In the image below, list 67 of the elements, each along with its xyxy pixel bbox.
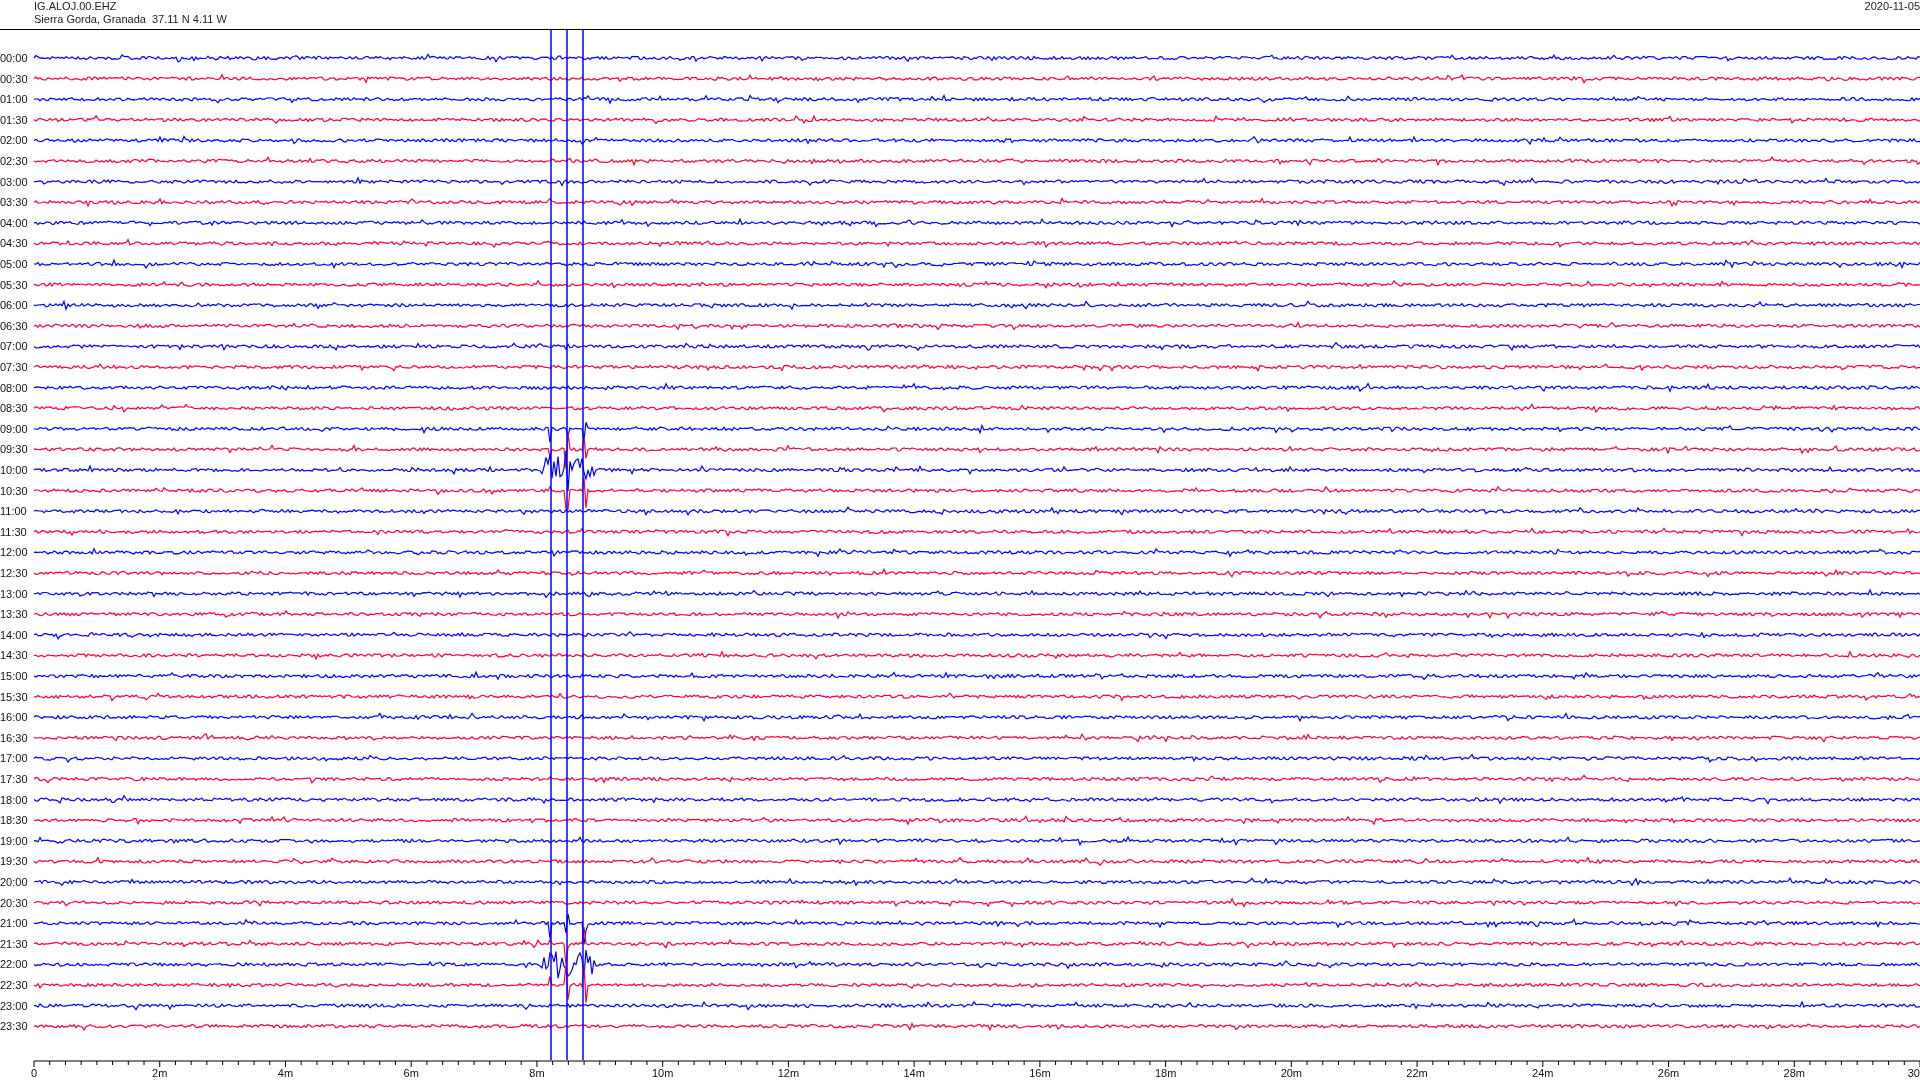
time-label: 05:30 xyxy=(0,278,28,291)
axis-tick-label: 8m xyxy=(529,1067,545,1079)
time-label: 06:30 xyxy=(0,319,28,332)
time-label: 08:30 xyxy=(0,402,28,415)
time-label: 12:30 xyxy=(0,567,28,579)
time-label: 11:30 xyxy=(0,525,27,538)
axis-tick-label: 28m xyxy=(1783,1067,1805,1079)
station-code: IG.ALOJ.00.EHZ xyxy=(34,0,118,13)
time-label: 20:00 xyxy=(0,876,28,888)
time-label: 14:00 xyxy=(0,628,28,641)
time-label: 13:30 xyxy=(0,608,28,621)
time-label: 05:00 xyxy=(0,258,28,270)
time-label: 07:30 xyxy=(0,361,28,373)
axis-tick-label: 2m xyxy=(152,1067,168,1079)
time-label: 01:30 xyxy=(0,113,28,126)
time-label: 18:30 xyxy=(0,814,28,827)
time-label: 03:30 xyxy=(0,196,28,209)
axis-tick-label: 30 xyxy=(1907,1067,1920,1079)
time-label: 21:00 xyxy=(0,917,28,930)
axis-tick-label: 16m xyxy=(1029,1067,1051,1079)
time-label: 18:00 xyxy=(0,793,28,806)
axis-tick-label: 20m xyxy=(1280,1067,1303,1079)
time-label: 22:30 xyxy=(0,979,28,991)
time-label: 10:00 xyxy=(0,464,28,476)
axis-tick-label: 6m xyxy=(403,1067,419,1079)
time-label: 10:30 xyxy=(0,484,28,497)
time-label: 09:30 xyxy=(0,443,28,456)
axis-tick-label: 0 xyxy=(31,1067,38,1079)
time-label: 04:00 xyxy=(0,216,28,229)
time-label: 04:30 xyxy=(0,237,28,250)
axis-tick-label: 22m xyxy=(1406,1067,1428,1079)
station-location: Sierra Gorda, Granada 37.11 N 4.11 W xyxy=(34,13,227,26)
time-label: 16:00 xyxy=(0,711,28,724)
time-label: 03:00 xyxy=(0,175,28,188)
time-label: 15:30 xyxy=(0,690,28,703)
time-label: 02:00 xyxy=(0,134,28,147)
axis-tick-label: 14m xyxy=(903,1067,925,1079)
time-label: 21:30 xyxy=(0,937,28,950)
axis-tick-label: 12m xyxy=(777,1067,800,1079)
time-label: 11:00 xyxy=(0,505,27,518)
axis-tick-label: 10m xyxy=(651,1067,674,1079)
time-label: 15:00 xyxy=(0,670,28,682)
time-label: 02:30 xyxy=(0,155,28,167)
time-label: 17:00 xyxy=(0,752,28,765)
time-label: 22:00 xyxy=(0,958,28,971)
axis-tick-label: 4m xyxy=(277,1067,294,1079)
time-label: 00:00 xyxy=(0,52,28,64)
time-label: 19:30 xyxy=(0,855,28,868)
time-label: 09:00 xyxy=(0,422,28,435)
time-label: 12:00 xyxy=(0,546,28,559)
time-label: 01:00 xyxy=(0,93,28,106)
date-label: 2020-11-05 xyxy=(1864,0,1920,13)
time-label: 07:00 xyxy=(0,340,28,353)
time-label: 23:00 xyxy=(0,999,28,1012)
time-label: 08:00 xyxy=(0,381,28,394)
time-label: 23:30 xyxy=(0,1020,28,1033)
time-label: 17:30 xyxy=(0,773,28,785)
axis-tick-label: 18m xyxy=(1154,1067,1177,1079)
axis-tick-label: 26m xyxy=(1657,1067,1680,1079)
time-label: 20:30 xyxy=(0,896,28,909)
time-label: 16:30 xyxy=(0,731,28,744)
time-label: 06:00 xyxy=(0,299,28,312)
time-label: 00:30 xyxy=(0,72,28,85)
time-label: 14:30 xyxy=(0,649,28,662)
time-label: 13:00 xyxy=(0,587,28,600)
time-label: 19:00 xyxy=(0,834,28,847)
axis-tick-label: 24m xyxy=(1532,1067,1554,1079)
